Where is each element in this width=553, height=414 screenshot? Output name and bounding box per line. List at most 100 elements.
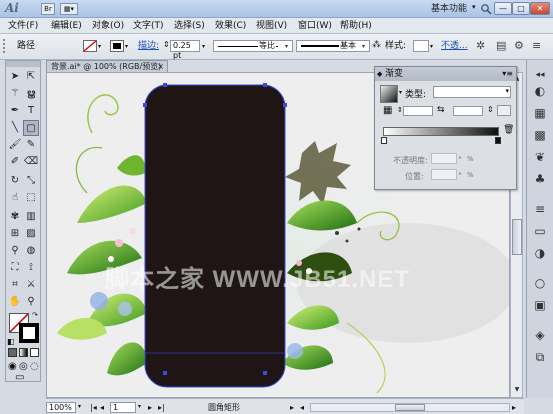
stroke-weight-dropdown-icon[interactable]: ▾ [202, 43, 205, 50]
status-menu-icon[interactable]: ▸ [290, 402, 294, 413]
menu-view[interactable]: 视图(V) [256, 20, 287, 32]
scroll-down-icon[interactable]: ▼ [512, 385, 522, 395]
gradient-stroke-dropdown[interactable] [497, 105, 511, 116]
live-paint-selection-tool-icon[interactable]: ⟟ [23, 260, 39, 276]
draw-behind-icon[interactable]: ◎ [19, 361, 28, 372]
color-panel-icon[interactable]: ◐ [531, 82, 549, 100]
hand-tool-icon[interactable]: ✋ [7, 294, 23, 310]
variable-width-profile-select[interactable]: 等比 ▾ [213, 40, 293, 52]
layers-panel-icon[interactable]: ◈ [531, 326, 549, 344]
preferences-icon[interactable]: ⚙ [514, 39, 524, 52]
artboard-dropdown-icon[interactable]: ▾ [138, 403, 141, 410]
gradient-panel-header[interactable]: ◆ 渐变 ▾≡ [375, 67, 516, 81]
anchor-point[interactable] [263, 371, 267, 375]
appearance-panel-icon[interactable]: ○ [531, 274, 549, 292]
aspect-ratio-stepper[interactable]: ⇕ [487, 105, 494, 114]
search-icon[interactable] [480, 3, 492, 15]
stroke-dropdown-icon[interactable]: ▾ [125, 43, 128, 50]
panel-menu-icon[interactable]: ≡ [532, 39, 541, 52]
scale-tool-icon[interactable]: ⤡ [23, 173, 39, 189]
vertical-scroll-thumb[interactable] [512, 219, 522, 255]
gradient-panel-icon[interactable]: ▭ [531, 222, 549, 240]
pencil-tool-icon[interactable]: ✎ [23, 137, 39, 153]
angle-stepper[interactable]: ⇕ [397, 106, 403, 114]
eyedropper-tool-icon[interactable]: ⚲ [7, 243, 23, 259]
brush-options-icon[interactable]: ⁂ [372, 40, 381, 50]
none-mode-icon[interactable] [30, 348, 39, 357]
color-mode-icon[interactable] [8, 348, 17, 357]
tools-panel-header[interactable] [6, 61, 40, 67]
swap-fill-stroke-icon[interactable]: ↷ [32, 311, 38, 319]
bridge-icon[interactable]: Br [41, 3, 55, 15]
menu-object[interactable]: 对象(O) [92, 20, 124, 32]
workspace-switcher[interactable]: 基本功能 [431, 3, 467, 15]
rotate-tool-icon[interactable]: ↻ [7, 173, 23, 189]
brushes-panel-icon[interactable]: ❦ [531, 148, 549, 166]
stroke-box[interactable] [19, 323, 39, 343]
brush-definition-select[interactable]: 基本 ▾ [296, 40, 370, 52]
menu-effect[interactable]: 效果(C) [215, 20, 246, 32]
zoom-tool-icon[interactable]: ⚲ [23, 294, 39, 310]
menu-select[interactable]: 选择(S) [174, 20, 205, 32]
close-button[interactable]: ✕ [530, 2, 550, 15]
close-document-icon[interactable]: × [157, 61, 164, 72]
line-tool-icon[interactable]: ╲ [7, 120, 23, 136]
gradient-type-select[interactable]: ▾ [433, 86, 511, 98]
stroke-weight-stepper[interactable]: ⇕ [163, 40, 170, 49]
free-transform-tool-icon[interactable]: ⬚ [23, 190, 39, 206]
recolor-artwork-icon[interactable]: ✲ [476, 39, 485, 52]
stroke-panel-icon[interactable]: ≡ [531, 200, 549, 218]
location-field[interactable] [431, 169, 457, 180]
reverse-gradient-icon[interactable]: ⇆ [437, 105, 445, 115]
symbol-sprayer-tool-icon[interactable]: ✾ [7, 209, 23, 225]
control-bar-grip[interactable] [3, 39, 7, 53]
draw-inside-icon[interactable]: ◌ [30, 361, 39, 372]
previous-artboard-icon[interactable]: ◂ [100, 402, 104, 413]
magic-wand-tool-icon[interactable]: ⚚ [7, 86, 23, 102]
type-tool-icon[interactable]: T [23, 103, 39, 119]
lasso-tool-icon[interactable]: ൠ [23, 86, 39, 102]
opacity-field[interactable] [431, 153, 457, 164]
swatches-panel-icon[interactable]: ▩ [531, 126, 549, 144]
rounded-rectangle-tool-icon[interactable]: ▢ [23, 120, 39, 136]
direct-selection-tool-icon[interactable]: ⇱ [23, 69, 39, 85]
artboard-number-field[interactable]: 1 [110, 402, 136, 413]
transparency-panel-icon[interactable]: ◑ [531, 244, 549, 262]
angle-field[interactable] [403, 106, 433, 116]
rounded-rectangle-shape[interactable] [144, 84, 286, 388]
color-guide-icon[interactable]: ▦ [531, 104, 549, 122]
menu-file[interactable]: 文件(F) [8, 20, 38, 32]
anchor-point[interactable] [143, 103, 147, 107]
blend-tool-icon[interactable]: ◍ [23, 243, 39, 259]
menu-edit[interactable]: 编辑(E) [51, 20, 82, 32]
workspace-dropdown-icon[interactable]: ▾ [472, 3, 476, 11]
document-setup-icon[interactable]: ▤ [496, 39, 506, 52]
fill-none-swatch[interactable] [83, 40, 97, 52]
maximize-button[interactable]: □ [512, 2, 530, 15]
anchor-point[interactable] [163, 371, 167, 375]
column-graph-tool-icon[interactable]: ▥ [23, 209, 39, 225]
mesh-tool-icon[interactable]: ⊞ [7, 226, 23, 242]
location-dropdown-icon[interactable]: ▸ [459, 170, 462, 177]
menu-type[interactable]: 文字(T) [133, 20, 164, 32]
stroke-gradient-icon[interactable]: ▦ [383, 105, 392, 116]
anchor-point[interactable] [283, 103, 287, 107]
horizontal-scrollbar[interactable] [310, 403, 510, 412]
menu-window[interactable]: 窗口(W) [298, 20, 332, 32]
fill-dropdown-icon[interactable]: ▾ [98, 43, 101, 50]
warp-tool-icon[interactable]: ☝ [7, 190, 23, 206]
zoom-dropdown-icon[interactable]: ▾ [78, 403, 81, 410]
first-artboard-icon[interactable]: |◂ [90, 402, 97, 413]
stroke-link[interactable]: 描边: [138, 39, 159, 53]
opacity-link[interactable]: 不透... [441, 39, 468, 53]
live-paint-tool-icon[interactable]: ⛶ [7, 260, 23, 276]
graphic-style-swatch[interactable] [413, 40, 429, 52]
symbols-panel-icon[interactable]: ♣ [531, 170, 549, 188]
gradient-mode-icon[interactable] [19, 348, 28, 357]
opacity-dropdown-icon[interactable]: ▸ [459, 154, 462, 161]
delete-stop-icon[interactable]: 🗑 [503, 125, 514, 135]
artboards-panel-icon[interactable]: ⧉ [531, 348, 549, 366]
arrange-documents-icon[interactable]: ▦▾ [60, 3, 78, 15]
panel-collapse-icon[interactable]: ◆ [377, 67, 382, 81]
stroke-swatch[interactable] [110, 40, 124, 52]
